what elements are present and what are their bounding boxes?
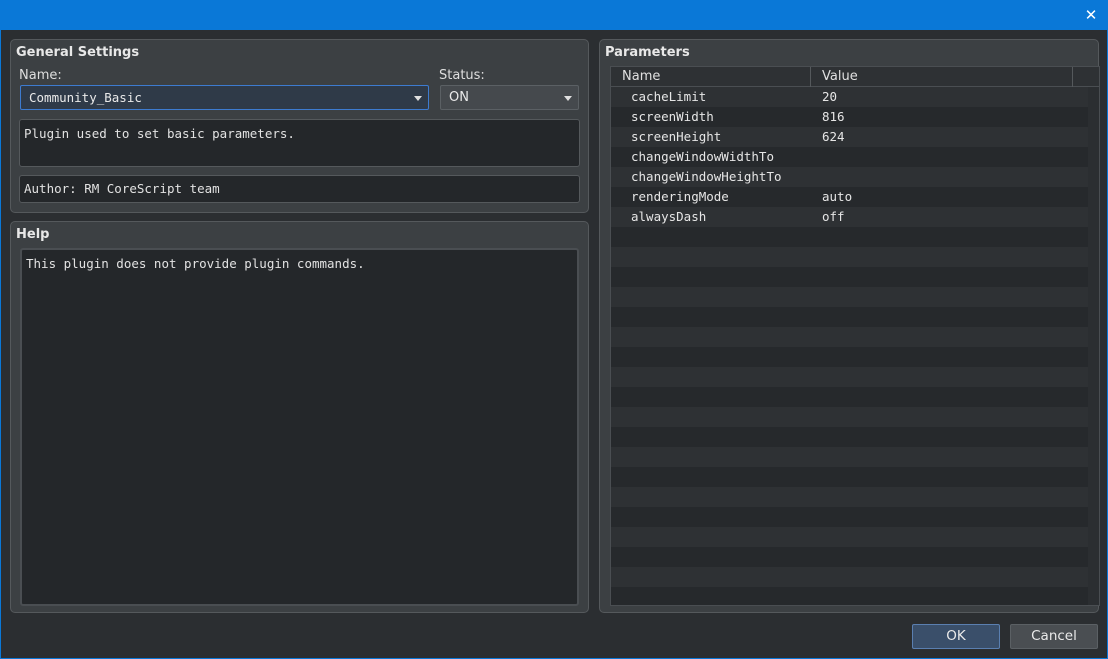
chevron-down-icon	[414, 96, 422, 101]
table-row[interactable]	[611, 367, 1089, 387]
param-name-cell: screenWidth	[631, 109, 714, 124]
table-row[interactable]: screenWidth 816	[611, 107, 1089, 127]
general-settings-title: General Settings	[16, 45, 140, 60]
table-row[interactable]	[611, 427, 1089, 447]
description-field[interactable]: Plugin used to set basic parameters.	[19, 119, 580, 167]
param-value-cell: 624	[822, 129, 845, 144]
parameters-title: Parameters	[605, 45, 690, 60]
table-row[interactable]	[611, 467, 1089, 487]
param-name-cell: changeWindowWidthTo	[631, 149, 774, 164]
status-dropdown[interactable]: ON	[440, 85, 579, 110]
status-value: ON	[449, 90, 469, 105]
table-row[interactable]: changeWindowWidthTo	[611, 147, 1089, 167]
column-header-name[interactable]: Name	[611, 67, 811, 87]
table-row[interactable]	[611, 247, 1089, 267]
name-label: Name:	[19, 68, 62, 83]
close-icon[interactable]: ✕	[1074, 0, 1108, 30]
table-header: Name Value	[611, 67, 1099, 87]
table-row[interactable]	[611, 547, 1089, 567]
table-row[interactable]	[611, 407, 1089, 427]
table-row[interactable]	[611, 487, 1089, 507]
column-header-value[interactable]: Value	[811, 67, 1073, 87]
table-row[interactable]: renderingMode auto	[611, 187, 1089, 207]
cancel-button[interactable]: Cancel	[1010, 624, 1098, 649]
ok-button[interactable]: OK	[912, 624, 1000, 649]
vertical-scrollbar[interactable]	[1088, 87, 1099, 605]
param-name-cell: renderingMode	[631, 189, 729, 204]
table-row[interactable]: changeWindowHeightTo	[611, 167, 1089, 187]
table-row[interactable]	[611, 327, 1089, 347]
table-body: cacheLimit 20 screenWidth 816 screenHeight 62…	[611, 87, 1089, 605]
title-bar: ✕	[0, 0, 1108, 30]
param-value-cell: 20	[822, 89, 838, 104]
chevron-down-icon	[564, 96, 572, 101]
param-name-cell: screenHeight	[631, 129, 722, 144]
param-name-cell: changeWindowHeightTo	[631, 169, 782, 184]
general-settings-panel: General Settings Name: Status: Community…	[10, 39, 589, 213]
status-label: Status:	[439, 68, 485, 83]
param-name-cell: cacheLimit	[631, 89, 707, 104]
param-value-cell: 816	[822, 109, 845, 124]
table-row[interactable]	[611, 527, 1089, 547]
help-text-area[interactable]: This plugin does not provide plugin comm…	[20, 248, 579, 606]
table-row[interactable]	[611, 347, 1089, 367]
param-name-cell: alwaysDash	[631, 209, 707, 224]
param-value-cell: auto	[822, 189, 853, 204]
plugin-name-dropdown[interactable]: Community_Basic	[20, 85, 429, 110]
plugin-name-value: Community_Basic	[29, 90, 142, 105]
help-panel: Help This plugin does not provide plugin…	[10, 221, 589, 613]
table-row[interactable]	[611, 587, 1089, 605]
table-row[interactable]	[611, 307, 1089, 327]
table-row[interactable]	[611, 507, 1089, 527]
parameters-table[interactable]: Name Value cacheLimit 20 screenWidth 816 scr…	[610, 66, 1100, 606]
help-title: Help	[16, 227, 50, 242]
table-row[interactable]: screenHeight 624	[611, 127, 1089, 147]
table-row[interactable]	[611, 287, 1089, 307]
table-row[interactable]	[611, 267, 1089, 287]
table-row[interactable]	[611, 387, 1089, 407]
table-row[interactable]: alwaysDash off	[611, 207, 1089, 227]
author-field[interactable]: Author: RM CoreScript team	[19, 175, 580, 203]
table-row[interactable]	[611, 227, 1089, 247]
table-row[interactable]	[611, 567, 1089, 587]
table-row[interactable]: cacheLimit 20	[611, 87, 1089, 107]
table-row[interactable]	[611, 447, 1089, 467]
param-value-cell: off	[822, 209, 845, 224]
